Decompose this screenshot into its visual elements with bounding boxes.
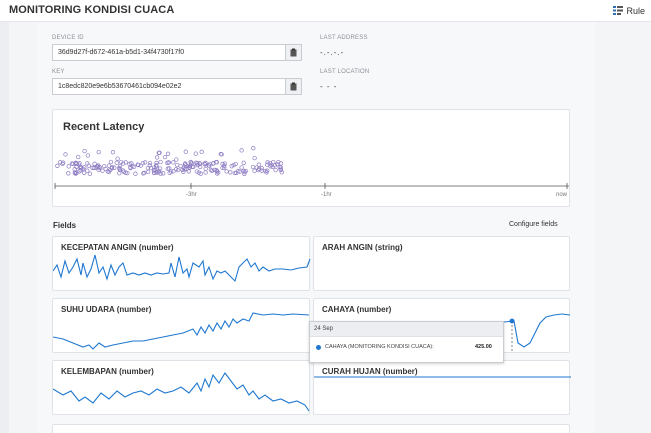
- tooltip-series-label: CAHAYA (MONITORING KONDISI CUACA):: [325, 344, 434, 350]
- chart-tooltip: 24 Sep CAHAYA (MONITORING KONDISI CUACA)…: [309, 321, 504, 363]
- latency-point: [63, 152, 68, 157]
- latency-point: [252, 155, 257, 161]
- sparkline-path: [53, 312, 310, 350]
- latency-point: [224, 169, 229, 174]
- latency-point: [273, 167, 278, 173]
- latency-tick-label: -3hr: [186, 192, 197, 198]
- kecepatan-angin-sparkline: [53, 254, 311, 283]
- latency-point: [102, 163, 107, 169]
- rule-button-label: Rule: [626, 5, 645, 16]
- latency-point: [265, 160, 270, 165]
- latency-point: [259, 168, 264, 173]
- latency-point: [108, 159, 114, 165]
- rule-icon: [613, 6, 624, 15]
- field-card-suhu-udara[interactable]: SUHU UDARA (number): [52, 298, 310, 353]
- latency-point: [96, 149, 101, 155]
- left-gutter: [0, 22, 9, 433]
- latency-point: [154, 155, 160, 160]
- latency-point: [171, 160, 176, 165]
- latency-point: [154, 160, 159, 166]
- latency-tick-label: -1hr: [321, 192, 332, 198]
- top-bar: MONITORING KONDISI CUACA Rule: [0, 0, 651, 22]
- latency-point: [199, 149, 204, 155]
- latency-point: [162, 154, 168, 160]
- latency-point: [147, 160, 153, 166]
- last-address-value: -.-.-.-: [320, 48, 345, 57]
- latency-chart: [54, 146, 569, 189]
- sparkline-path: [53, 254, 311, 283]
- suhu-udara-sparkline: [53, 312, 310, 350]
- hover-point: [509, 318, 515, 324]
- latency-point: [133, 171, 138, 176]
- latency-point: [85, 168, 90, 173]
- latency-tick-label: now: [556, 192, 568, 198]
- field-card-title: ARAH ANGIN (string): [322, 243, 403, 252]
- latency-point: [256, 162, 262, 167]
- latency-point: [87, 171, 93, 176]
- latency-point: [82, 148, 87, 154]
- latency-point: [110, 150, 116, 155]
- latency-point: [193, 151, 198, 156]
- latency-point: [76, 154, 81, 160]
- sparkline-path: [53, 372, 310, 412]
- kelembapan-sparkline: [53, 372, 310, 412]
- field-card-curah-hujan[interactable]: CURAH HUJAN (number): [313, 360, 571, 415]
- latency-point: [66, 171, 71, 176]
- copy-key-button[interactable]: [285, 78, 302, 95]
- tooltip-value: 425.00: [475, 344, 492, 350]
- field-card-kelembapan[interactable]: KELEMBAPAN (number): [52, 360, 310, 415]
- field-card-kecepatan-angin[interactable]: KECEPATAN ANGIN (number): [52, 236, 311, 291]
- configure-fields-link[interactable]: Configure fields: [509, 221, 558, 228]
- latency-point: [239, 165, 244, 170]
- latency-point: [186, 169, 191, 174]
- latency-point: [112, 165, 117, 170]
- latency-point: [115, 156, 120, 161]
- last-location-label: LAST LOCATION: [320, 69, 370, 75]
- latency-points: [55, 146, 284, 176]
- field-card-arah-angin[interactable]: ARAH ANGIN (string): [313, 236, 570, 291]
- latency-point: [203, 170, 208, 175]
- latency-point: [203, 166, 208, 172]
- clipboard-icon: [290, 48, 297, 57]
- latency-point: [146, 169, 151, 175]
- latency-point: [85, 153, 91, 158]
- latency-point: [251, 146, 256, 151]
- last-address-label: LAST ADDRESS: [320, 35, 368, 41]
- latency-point: [55, 163, 60, 168]
- latency-point: [161, 171, 166, 176]
- curah-hujan-sparkline: [314, 376, 571, 378]
- last-location-value: - - -: [320, 82, 338, 91]
- latency-point: [92, 161, 97, 166]
- clipboard-icon: [290, 82, 297, 91]
- key-label: KEY: [52, 69, 65, 75]
- latency-point: [178, 163, 183, 169]
- device-id-field[interactable]: 36d9d27f-d672-461a-b5d1-34f4730f17f0: [52, 44, 285, 61]
- latency-point: [174, 157, 179, 162]
- key-field[interactable]: 1c8edc820e9e6b53670461cb094e02e2: [52, 78, 285, 95]
- main-panel: DEVICE ID 36d9d27f-d672-461a-b5d1-34f473…: [38, 22, 595, 433]
- latency-point: [165, 151, 171, 156]
- latency-point: [100, 168, 105, 173]
- latency-point: [174, 162, 180, 168]
- latency-point: [143, 160, 148, 165]
- series-marker-icon: [316, 345, 321, 350]
- recent-latency-card: Recent Latency -3hr -1hr now: [52, 109, 570, 207]
- rule-button[interactable]: Rule: [613, 3, 645, 18]
- latency-point: [158, 159, 163, 165]
- latency-point: [140, 160, 146, 166]
- next-section-card: [52, 424, 570, 433]
- latency-point: [252, 168, 257, 173]
- latency-point: [114, 160, 119, 165]
- page-title: MONITORING KONDISI CUACA: [9, 4, 175, 16]
- latency-point: [241, 160, 246, 165]
- latency-point: [183, 149, 188, 154]
- latency-point: [239, 148, 244, 153]
- latency-point: [250, 164, 256, 170]
- device-id-label: DEVICE ID: [52, 35, 84, 41]
- copy-device-id-button[interactable]: [285, 44, 302, 61]
- fields-title: Fields: [53, 221, 77, 230]
- latency-point: [228, 170, 233, 175]
- latency-point: [66, 164, 71, 169]
- tooltip-date: 24 Sep: [310, 322, 503, 337]
